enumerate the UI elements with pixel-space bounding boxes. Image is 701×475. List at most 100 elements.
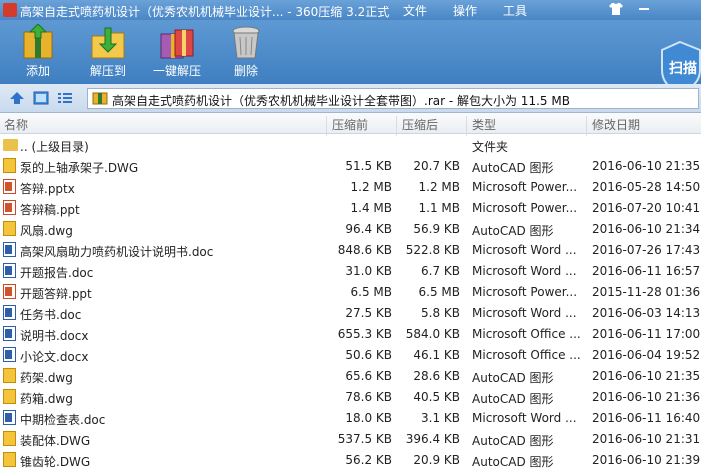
column-header: 名称 压缩前 压缩后 类型 修改日期 (0, 113, 701, 136)
file-size: 18.0 KB (345, 411, 392, 425)
file-date: 2016-06-10 21:35 (592, 159, 701, 173)
column-divider[interactable] (586, 116, 587, 136)
table-row[interactable]: 答辩.pptx 1.2 MB 1.2 MB Microsoft Power...… (0, 176, 701, 197)
file-date: 2016-07-20 10:41 (592, 201, 701, 215)
file-packed-size: 28.6 KB (413, 369, 460, 383)
file-date: 2016-06-11 16:40 (592, 411, 701, 425)
extract-to-button[interactable]: 解压到 (76, 24, 140, 82)
file-name: 开题报告.doc (20, 266, 94, 280)
file-name: 开题答辩.ppt (20, 287, 92, 301)
column-packed[interactable]: 压缩后 (402, 116, 438, 133)
ppt-file-icon (3, 200, 16, 215)
table-row[interactable]: 答辩稿.ppt 1.4 MB 1.1 MB Microsoft Power...… (0, 197, 701, 218)
up-arrow-icon[interactable] (9, 91, 25, 105)
add-button[interactable]: 添加 (6, 23, 70, 82)
extract-to-label: 解压到 (89, 64, 126, 78)
file-date: 2016-06-10 21:35 (592, 369, 701, 383)
file-date: 2016-06-11 16:57 (592, 264, 701, 278)
file-size: 96.4 KB (345, 222, 392, 236)
file-size: 50.6 KB (345, 348, 392, 362)
file-packed-size: 20.7 KB (413, 159, 460, 173)
column-divider[interactable] (326, 116, 327, 136)
file-type: 文件夹 (472, 140, 509, 154)
table-row[interactable]: 装配体.DWG 537.5 KB 396.4 KB AutoCAD 图形 201… (0, 428, 701, 449)
file-type: Microsoft Word ... (472, 243, 577, 257)
table-row[interactable]: 风扇.dwg 96.4 KB 56.9 KB AutoCAD 图形 2016-0… (0, 218, 701, 239)
title-bar: 高架自走式喷药机设计（优秀农机机械毕业设计... - 360压缩 3.2正式 文… (0, 0, 701, 20)
file-type: Microsoft Power... (472, 180, 578, 194)
dwg-file-icon (3, 368, 16, 383)
table-row[interactable]: 中期检查表.doc 18.0 KB 3.1 KB Microsoft Word … (0, 407, 701, 428)
column-divider[interactable] (466, 116, 467, 136)
folder-icon (3, 139, 18, 151)
file-type: AutoCAD 图形 (472, 392, 554, 406)
file-size: 51.5 KB (345, 159, 392, 173)
delete-label: 删除 (233, 64, 258, 78)
column-date[interactable]: 修改日期 (592, 116, 640, 133)
file-packed-size: 20.9 KB (413, 453, 460, 467)
file-packed-size: 3.1 KB (421, 411, 460, 425)
file-name: .. (上级目录) (20, 140, 89, 154)
ppt-file-icon (3, 284, 16, 299)
toolbar: 添加 解压到 一键解压 删除 扫描 (0, 20, 701, 94)
column-type[interactable]: 类型 (472, 116, 496, 133)
file-type: AutoCAD 图形 (472, 434, 554, 448)
file-packed-size: 40.5 KB (413, 390, 460, 404)
table-row[interactable]: 药箱.dwg 78.6 KB 40.5 KB AutoCAD 图形 2016-0… (0, 386, 701, 407)
minimize-icon[interactable] (636, 1, 652, 17)
file-name: 药架.dwg (20, 371, 73, 385)
file-name: 答辩稿.ppt (20, 203, 80, 217)
table-row[interactable]: 锥齿轮.DWG 56.2 KB 20.9 KB AutoCAD 图形 2016-… (0, 449, 701, 470)
add-label: 添加 (25, 64, 50, 78)
file-size: 56.2 KB (345, 453, 392, 467)
file-name: 答辩.pptx (20, 182, 75, 196)
list-view-icon[interactable] (57, 91, 73, 105)
address-bar: 高架自走式喷药机设计（优秀农机机械毕业设计全套带图）.rar - 解包大小为 1… (0, 84, 701, 113)
file-packed-size: 46.1 KB (413, 348, 460, 362)
column-size[interactable]: 压缩前 (332, 116, 368, 133)
table-row[interactable]: 开题答辩.ppt 6.5 MB 6.5 MB Microsoft Power..… (0, 281, 701, 302)
menu-tools[interactable]: 工具 (503, 2, 527, 19)
scan-label: 扫描 (669, 61, 697, 77)
file-packed-size: 1.2 MB (418, 180, 460, 194)
file-type: AutoCAD 图形 (472, 161, 554, 175)
file-packed-size: 584.0 KB (405, 327, 460, 341)
dwg-file-icon (3, 452, 16, 467)
file-type: Microsoft Word ... (472, 411, 577, 425)
file-size: 27.5 KB (345, 306, 392, 320)
dwg-file-icon (3, 389, 16, 404)
file-name: 药箱.dwg (20, 392, 73, 406)
file-date: 2016-06-11 17:00 (592, 327, 701, 341)
table-row[interactable]: 开题报告.doc 31.0 KB 6.7 KB Microsoft Word .… (0, 260, 701, 281)
skin-icon[interactable] (608, 2, 624, 16)
file-date: 2016-07-26 17:43 (592, 243, 701, 257)
path-field[interactable]: 高架自走式喷药机设计（优秀农机机械毕业设计全套带图）.rar - 解包大小为 1… (87, 88, 699, 109)
file-size: 65.6 KB (345, 369, 392, 383)
table-row[interactable]: 说明书.docx 655.3 KB 584.0 KB Microsoft Off… (0, 323, 701, 344)
file-type: AutoCAD 图形 (472, 224, 554, 238)
delete-button[interactable]: 删除 (214, 24, 278, 82)
file-list: .. (上级目录) 文件夹 泵的上轴承架子.DWG 51.5 KB 20.7 K… (0, 134, 701, 470)
thumbnail-view-icon[interactable] (33, 91, 49, 105)
word-file-icon (3, 347, 16, 362)
table-row[interactable]: 泵的上轴承架子.DWG 51.5 KB 20.7 KB AutoCAD 图形 2… (0, 155, 701, 176)
file-type: Microsoft Power... (472, 201, 578, 215)
column-divider[interactable] (396, 116, 397, 136)
column-name[interactable]: 名称 (4, 116, 28, 133)
file-date: 2016-06-10 21:31 (592, 432, 701, 446)
dwg-file-icon (3, 221, 16, 236)
table-row[interactable]: 任务书.doc 27.5 KB 5.8 KB Microsoft Word ..… (0, 302, 701, 323)
dwg-file-icon (3, 158, 16, 173)
menu-operation[interactable]: 操作 (453, 2, 477, 19)
word-file-icon (3, 410, 16, 425)
table-row[interactable]: 高架风扇助力喷药机设计说明书.doc 848.6 KB 522.8 KB Mic… (0, 239, 701, 260)
one-click-extract-button[interactable]: 一键解压 (145, 24, 209, 82)
table-row[interactable]: 药架.dwg 65.6 KB 28.6 KB AutoCAD 图形 2016-0… (0, 365, 701, 386)
file-date: 2016-05-28 14:50 (592, 180, 701, 194)
table-row[interactable]: 小论文.docx 50.6 KB 46.1 KB Microsoft Offic… (0, 344, 701, 365)
menu-file[interactable]: 文件 (403, 2, 427, 19)
archive-icon (92, 92, 108, 105)
dwg-file-icon (3, 431, 16, 446)
file-size: 848.6 KB (337, 243, 392, 257)
table-row[interactable]: .. (上级目录) 文件夹 (0, 134, 701, 155)
